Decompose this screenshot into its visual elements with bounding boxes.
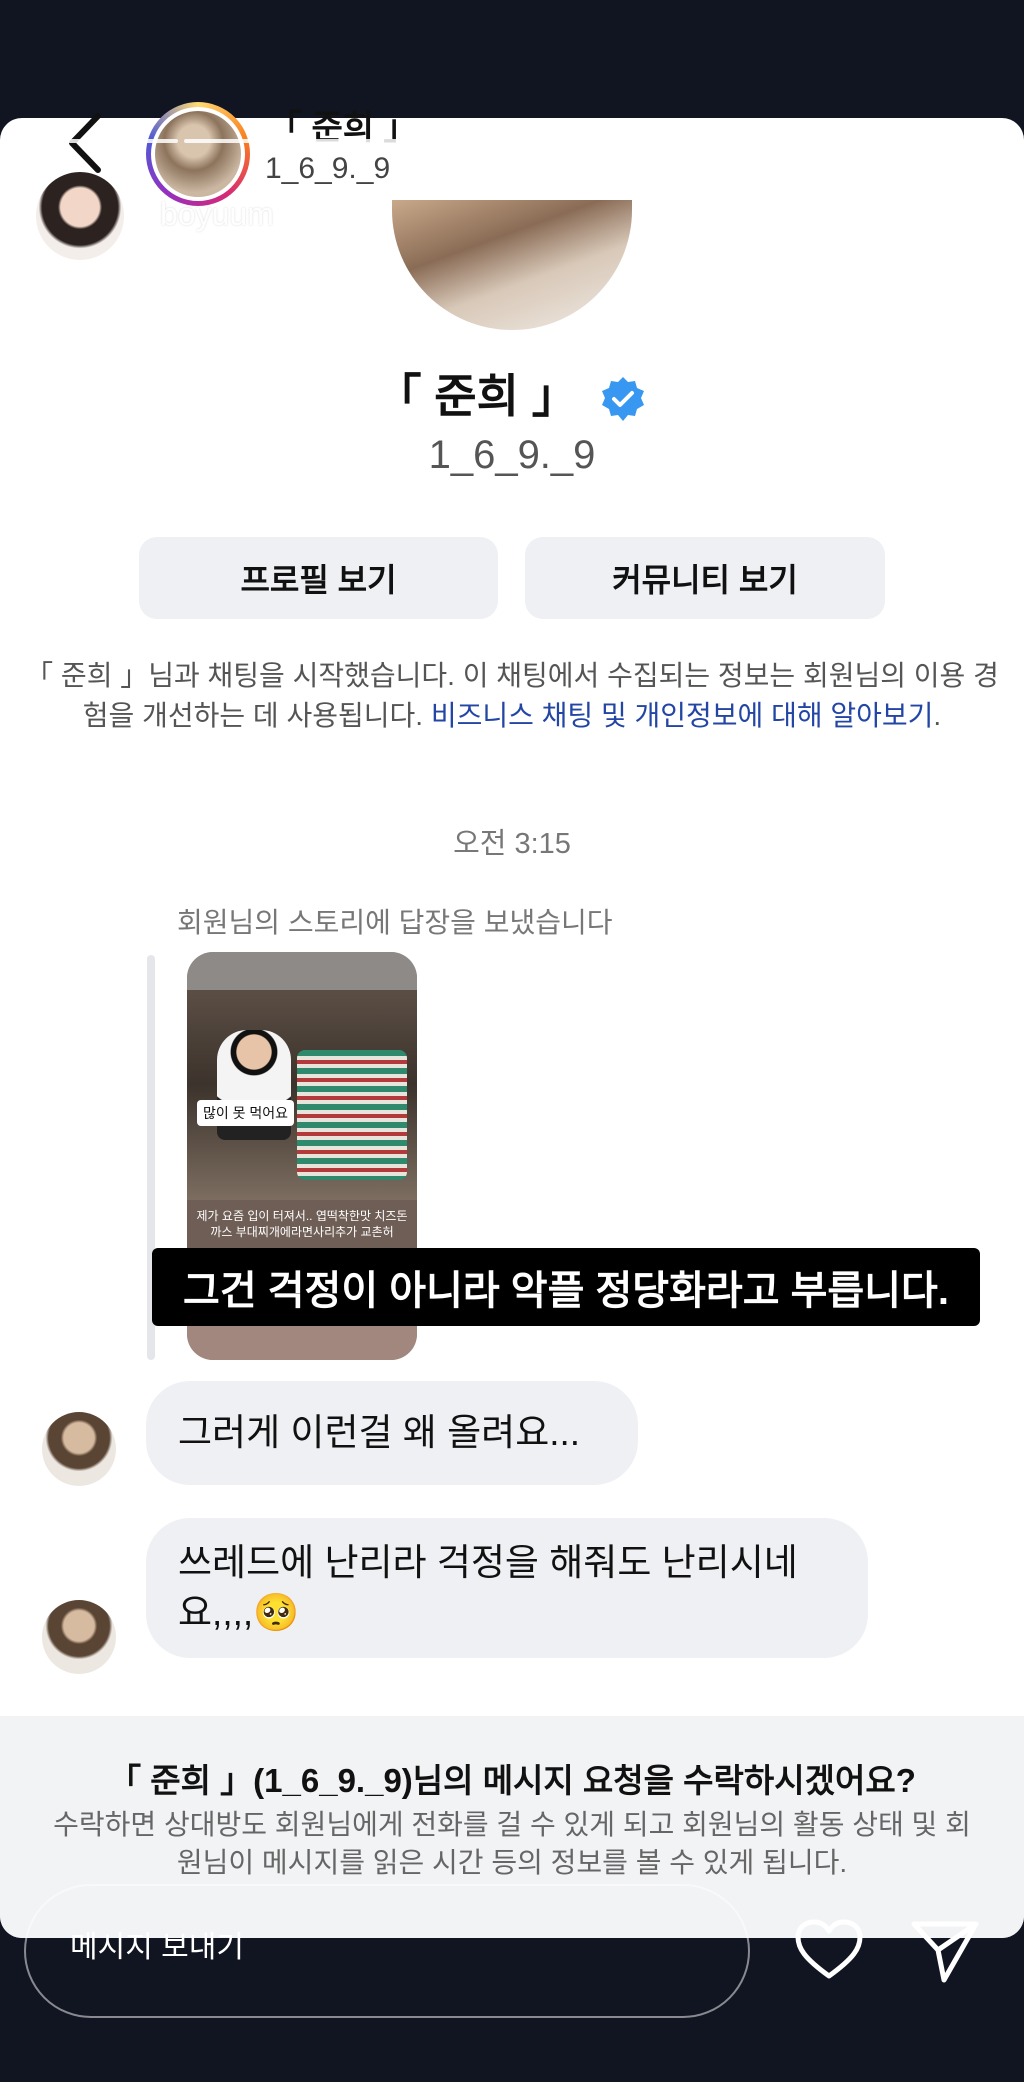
story-username[interactable]: boyuum bbox=[160, 196, 274, 233]
story-user-avatar[interactable] bbox=[34, 170, 126, 262]
previous-chat-avatar bbox=[146, 102, 250, 206]
progress-segment bbox=[349, 139, 427, 143]
message-composer[interactable] bbox=[24, 1884, 750, 2018]
progress-segment bbox=[432, 139, 509, 143]
heart-icon bbox=[795, 1919, 863, 1979]
sender-avatar[interactable] bbox=[42, 1412, 116, 1486]
progress-segment bbox=[266, 139, 344, 143]
progress-segment bbox=[514, 139, 592, 143]
progress-segment bbox=[846, 139, 924, 143]
story-time-ago: 6분 bbox=[304, 203, 352, 239]
progress-segment bbox=[680, 139, 758, 143]
message-input[interactable] bbox=[70, 1928, 710, 1968]
notice-end: . bbox=[933, 700, 942, 731]
request-description: 수락하면 상대방도 회원님에게 전화를 걸 수 있게 되고 회원님의 활동 상태… bbox=[53, 1809, 971, 1878]
back-button[interactable] bbox=[62, 108, 112, 178]
view-community-button[interactable]: 커뮤니티 보기 bbox=[525, 537, 885, 619]
verified-badge-icon bbox=[602, 376, 645, 421]
chat-title: 「 준희 」 bbox=[0, 360, 1024, 426]
message-text: 쓰레드에 난리라 걱정을 해줘도 난리시네요,,,,🥺 bbox=[178, 1542, 798, 1633]
chevron-left-icon bbox=[69, 113, 101, 173]
more-options-icon[interactable] bbox=[944, 186, 968, 242]
privacy-link[interactable]: 비즈니스 채팅 및 개인정보에 대해 알아보기 bbox=[431, 700, 934, 731]
progress-segment bbox=[929, 139, 1006, 143]
chat-name: 「 준희 」 bbox=[375, 370, 578, 422]
progress-segment bbox=[183, 139, 261, 143]
message-bubble[interactable]: 그러게 이런걸 왜 올려요... bbox=[146, 1381, 638, 1485]
progress-segment bbox=[763, 139, 841, 143]
send-button[interactable] bbox=[910, 1918, 980, 1984]
story-progress-bar bbox=[18, 139, 1006, 143]
story-reply-label: 회원님의 스토리에 답장을 보냈습니다 bbox=[177, 907, 613, 938]
story-plates-figure bbox=[297, 1050, 407, 1180]
like-button[interactable] bbox=[794, 1918, 864, 1982]
video-subtitle: 그건 걱정이 아니라 악플 정당화라고 부릅니다. bbox=[152, 1248, 980, 1326]
progress-segment bbox=[18, 139, 95, 143]
message-bubble[interactable]: 쓰레드에 난리라 걱정을 해줘도 난리시네요,,,,🥺 bbox=[146, 1518, 868, 1658]
progress-segment bbox=[100, 139, 178, 143]
progress-segment bbox=[597, 139, 675, 143]
sender-avatar[interactable] bbox=[42, 1600, 116, 1674]
message-timestamp: 오전 3:15 bbox=[453, 828, 571, 860]
previous-chat-handle: 1_6_9._9 bbox=[265, 152, 391, 185]
view-profile-button[interactable]: 프로필 보기 bbox=[139, 537, 498, 619]
paper-plane-icon bbox=[911, 1921, 979, 1983]
message-text: 그러게 이런걸 왜 올려요... bbox=[178, 1412, 581, 1453]
story-sticker: 많이 못 먹어요 bbox=[197, 1100, 295, 1126]
follow-button[interactable]: 팔로우 bbox=[737, 168, 910, 256]
chat-start-notice: 「 준희 」님과 채팅을 시작했습니다. 이 채팅에서 수집되는 정보는 회원님… bbox=[24, 656, 1000, 736]
chat-handle: 1_6_9._9 bbox=[428, 433, 596, 477]
request-title: 「 준희 」(1_6_9._9)님의 메시지 요청을 수락하시겠어요? bbox=[108, 1762, 916, 1799]
